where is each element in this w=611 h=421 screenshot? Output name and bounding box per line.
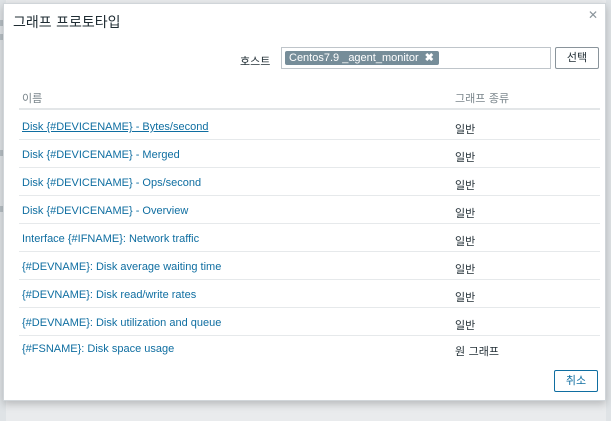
table-row: {#FSNAME}: Disk space usage 원 그래프: [19, 336, 600, 364]
remove-tag-icon[interactable]: ✖: [425, 52, 434, 64]
graph-type: 일반: [455, 291, 476, 304]
dialog-title: 그래프 프로토타입: [13, 15, 121, 31]
cancel-button[interactable]: 취소: [554, 370, 598, 392]
table-row: {#DEVNAME}: Disk utilization and queue 일…: [19, 308, 600, 336]
table-row: Disk {#DEVICENAME} - Overview 일반: [19, 196, 600, 224]
table-row: {#DEVNAME}: Disk average waiting time 일반: [19, 252, 600, 280]
graph-type: 일반: [455, 319, 476, 332]
table-row: Disk {#DEVICENAME} - Ops/second 일반: [19, 168, 600, 196]
host-tag: Centos7.9 _agent_monitor ✖: [285, 51, 439, 65]
graph-prototype-link[interactable]: Disk {#DEVICENAME} - Overview: [22, 205, 188, 217]
column-header-graph-type: 그래프 종류: [455, 92, 510, 105]
graph-prototype-link[interactable]: {#DEVNAME}: Disk utilization and queue: [22, 317, 221, 329]
host-multiselect-input[interactable]: Centos7.9 _agent_monitor ✖: [281, 47, 551, 69]
column-header-name: 이름: [22, 92, 43, 105]
graph-type: 일반: [455, 235, 476, 248]
table-row: Interface {#IFNAME}: Network traffic 일반: [19, 224, 600, 252]
graph-prototype-link[interactable]: {#DEVNAME}: Disk read/write rates: [22, 289, 196, 301]
graph-type: 일반: [455, 179, 476, 192]
table-row: Disk {#DEVICENAME} - Merged 일반: [19, 140, 600, 168]
graph-type: 일반: [455, 263, 476, 276]
host-label: 호스트: [240, 55, 271, 68]
graph-prototype-dialog: 그래프 프로토타입 ✕ 호스트 Centos7.9 _agent_monitor…: [3, 3, 606, 401]
graph-prototype-link[interactable]: {#FSNAME}: Disk space usage: [22, 343, 174, 355]
background-panel-right: [606, 0, 611, 421]
graph-type: 일반: [455, 151, 476, 164]
table-row: {#DEVNAME}: Disk read/write rates 일반: [19, 280, 600, 308]
graph-type: 원 그래프: [455, 345, 499, 358]
graph-prototype-link[interactable]: {#DEVNAME}: Disk average waiting time: [22, 261, 221, 273]
table-header: 이름 그래프 종류: [19, 84, 600, 110]
table-row: Disk {#DEVICENAME} - Bytes/second 일반: [19, 112, 600, 140]
graph-prototype-link[interactable]: Disk {#DEVICENAME} - Bytes/second: [22, 121, 208, 133]
select-button[interactable]: 선택: [555, 47, 599, 69]
graph-prototype-link[interactable]: Interface {#IFNAME}: Network traffic: [22, 233, 199, 245]
close-icon[interactable]: ✕: [586, 8, 600, 22]
graph-prototype-link[interactable]: Disk {#DEVICENAME} - Ops/second: [22, 177, 201, 189]
graph-type: 일반: [455, 207, 476, 220]
graph-type: 일반: [455, 123, 476, 136]
graph-prototype-link[interactable]: Disk {#DEVICENAME} - Merged: [22, 149, 180, 161]
host-tag-label: Centos7.9 _agent_monitor: [289, 52, 419, 64]
